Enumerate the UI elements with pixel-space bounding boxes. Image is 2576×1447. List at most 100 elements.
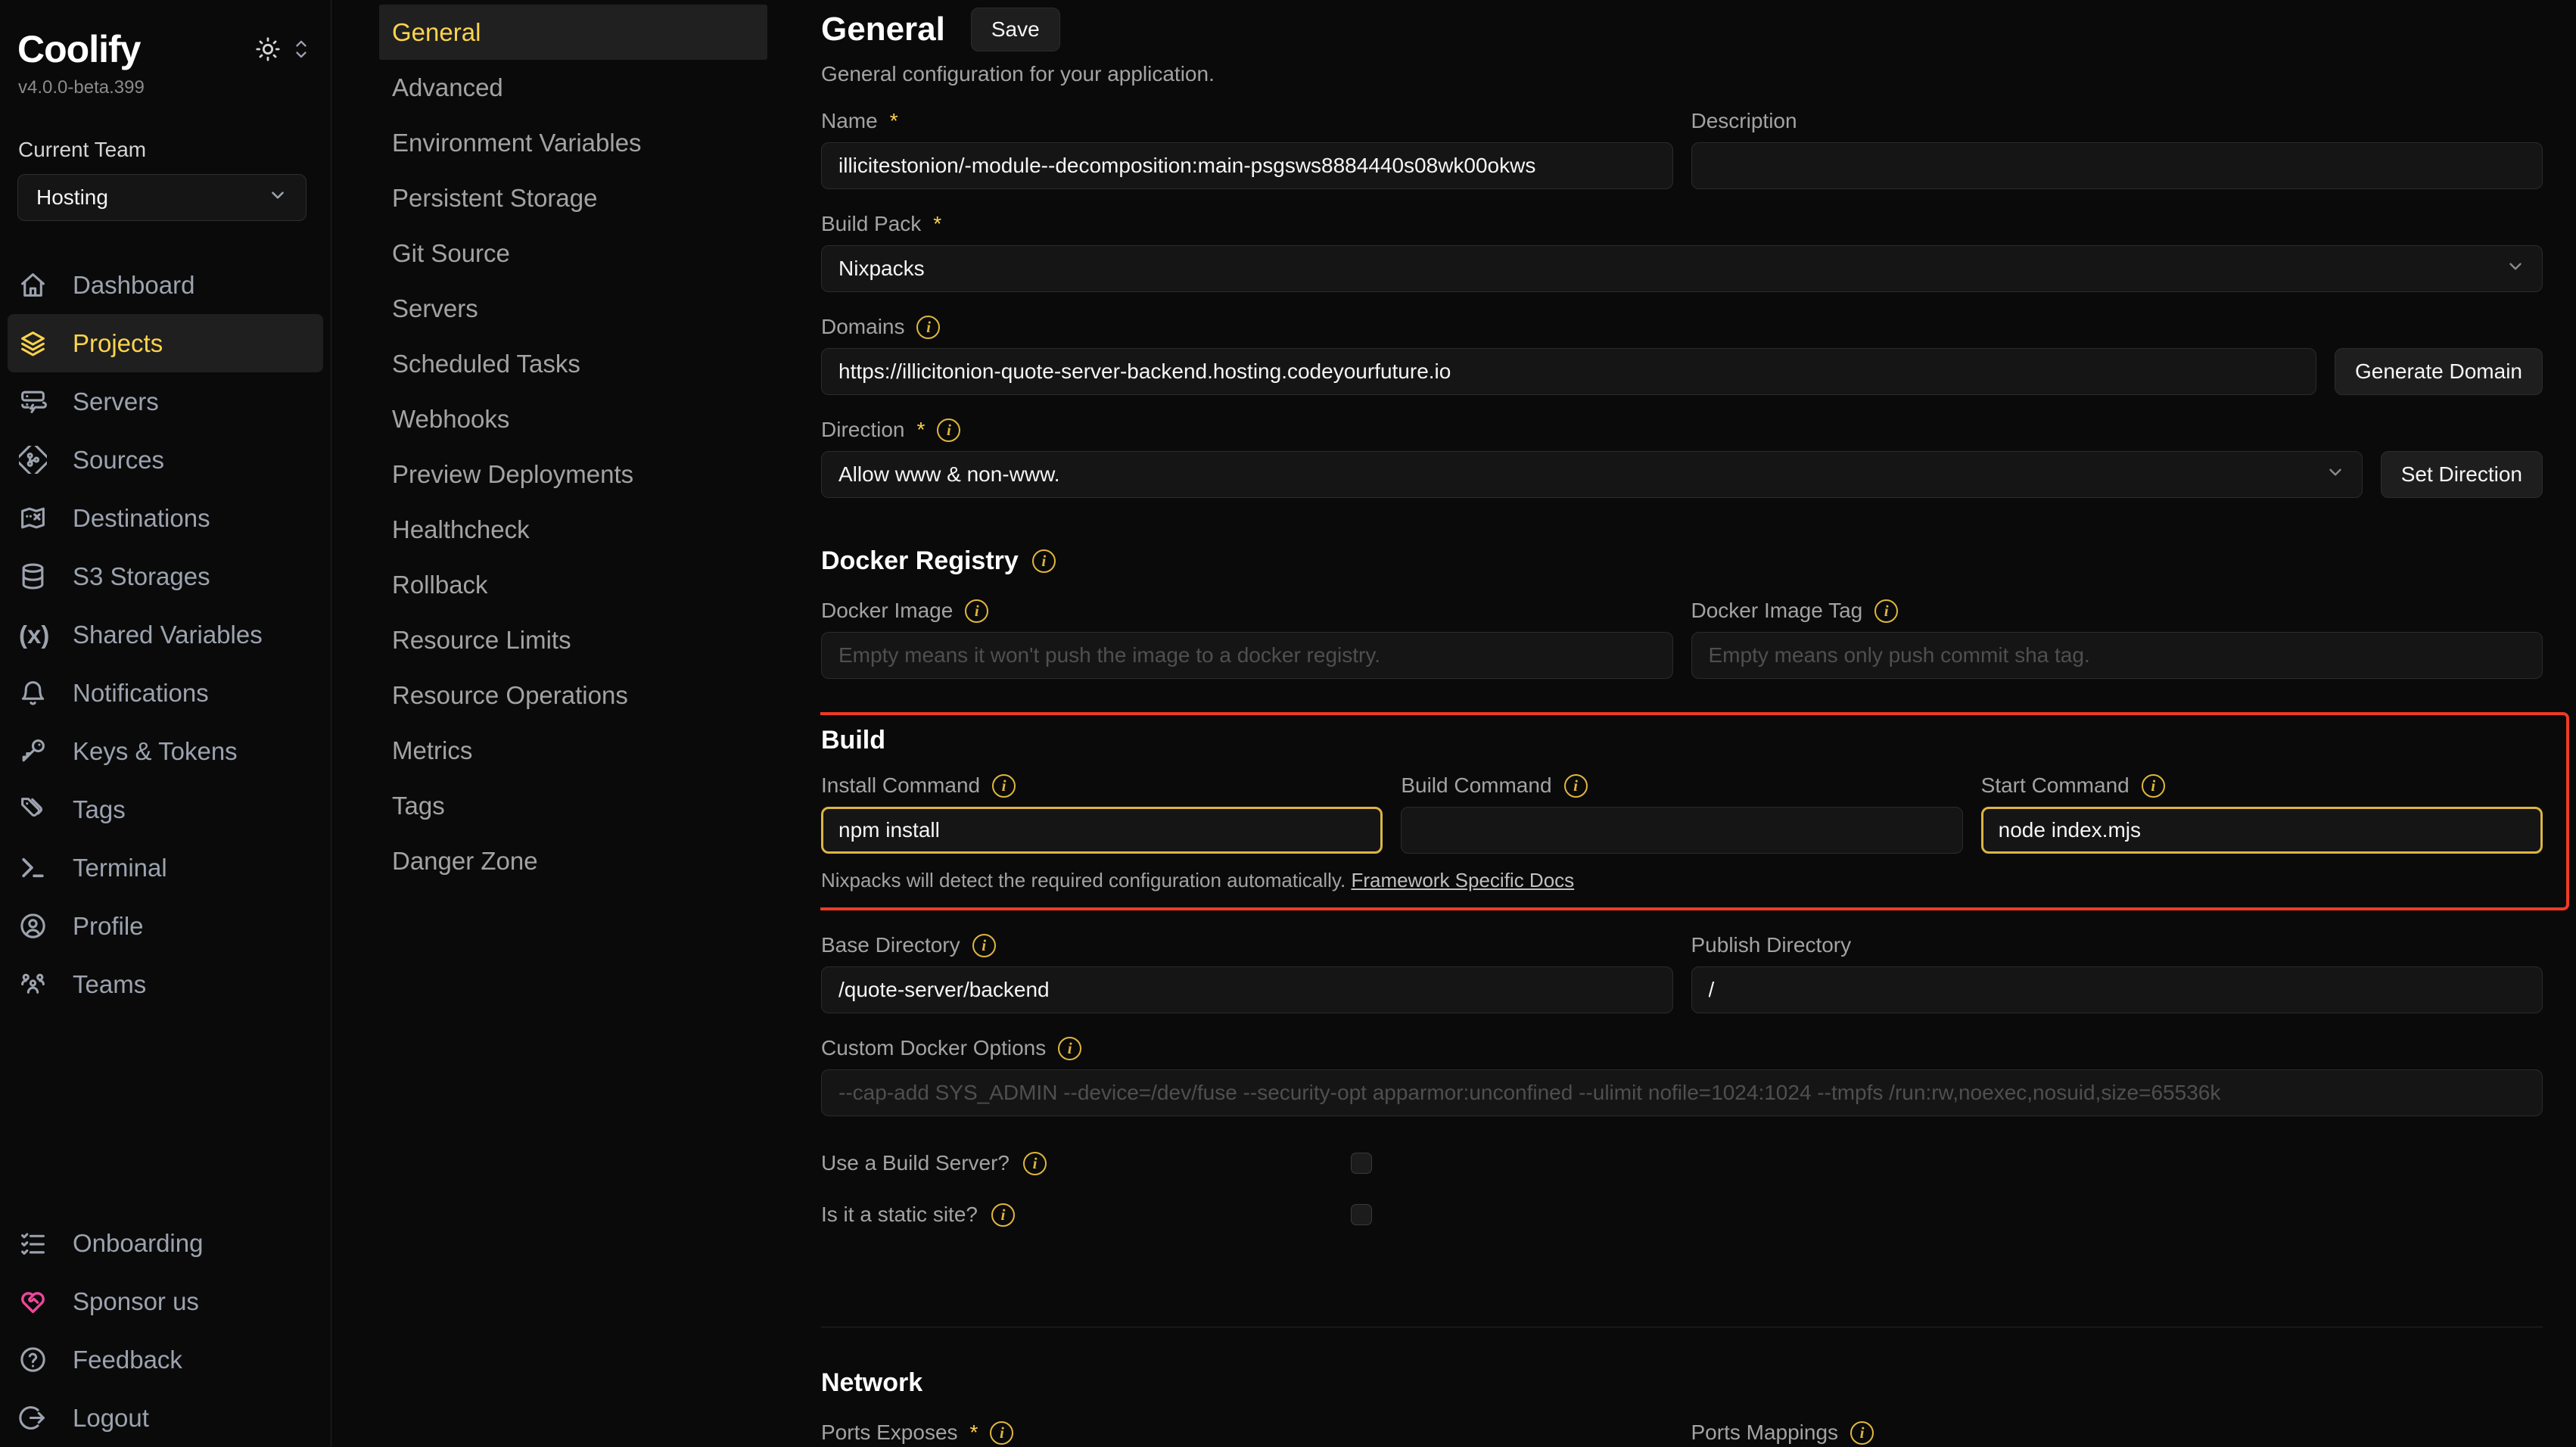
sidebar-item-teams[interactable]: Teams: [8, 955, 323, 1013]
sidebar-item-dashboard[interactable]: Dashboard: [8, 256, 323, 314]
info-icon[interactable]: i: [1850, 1421, 1874, 1445]
sidebar-item-label: Sources: [73, 446, 164, 475]
docker-registry-heading: Docker Registry: [821, 546, 1019, 576]
sidebar-nav: Dashboard Projects Servers Sources Desti…: [0, 256, 331, 1013]
build-command-input[interactable]: [1401, 807, 1962, 854]
sidebar-item-label: Feedback: [73, 1346, 182, 1374]
set-direction-button[interactable]: Set Direction: [2381, 451, 2543, 498]
info-icon[interactable]: i: [1058, 1037, 1081, 1060]
build-pack-select[interactable]: Nixpacks: [821, 245, 2543, 292]
info-icon[interactable]: i: [965, 599, 988, 623]
sidebar-item-logout[interactable]: Logout: [8, 1389, 323, 1447]
team-select[interactable]: Hosting: [17, 174, 306, 221]
info-icon[interactable]: i: [916, 316, 940, 339]
name-input[interactable]: [821, 142, 1673, 189]
tab-danger-zone[interactable]: Danger Zone: [379, 833, 767, 888]
tab-environment-variables[interactable]: Environment Variables: [379, 115, 767, 170]
required-asterisk: *: [933, 212, 941, 236]
tab-advanced[interactable]: Advanced: [379, 60, 767, 115]
sidebar-item-sources[interactable]: Sources: [8, 431, 323, 489]
sidebar-item-terminal[interactable]: Terminal: [8, 839, 323, 897]
sidebar-item-servers[interactable]: Servers: [8, 372, 323, 431]
sidebar-item-shared-variables[interactable]: (x) Shared Variables: [8, 605, 323, 664]
sidebar-item-feedback[interactable]: Feedback: [8, 1330, 323, 1389]
info-icon[interactable]: i: [992, 774, 1016, 798]
info-icon[interactable]: i: [1032, 549, 1056, 573]
tab-git-source[interactable]: Git Source: [379, 226, 767, 281]
docker-image-label: Docker Image: [821, 599, 953, 623]
sidebar-item-profile[interactable]: Profile: [8, 897, 323, 955]
sidebar-item-label: Logout: [73, 1404, 149, 1433]
tab-general[interactable]: General: [379, 5, 767, 60]
base-directory-input[interactable]: [821, 966, 1673, 1013]
static-site-checkbox[interactable]: [1351, 1204, 1372, 1225]
page-subtitle: General configuration for your applicati…: [821, 62, 2543, 86]
theme-sun-icon[interactable]: [255, 36, 281, 62]
generate-domain-button[interactable]: Generate Domain: [2335, 348, 2543, 395]
collapse-chevrons-icon[interactable]: [293, 38, 310, 61]
tag-icon: [19, 795, 47, 823]
tab-resource-operations[interactable]: Resource Operations: [379, 667, 767, 723]
start-command-input[interactable]: [1981, 807, 2543, 854]
tab-scheduled-tasks[interactable]: Scheduled Tasks: [379, 336, 767, 391]
tab-persistent-storage[interactable]: Persistent Storage: [379, 170, 767, 226]
docker-image-input[interactable]: [821, 632, 1673, 679]
sidebar-item-onboarding[interactable]: Onboarding: [8, 1214, 323, 1272]
description-input[interactable]: [1691, 142, 2543, 189]
sidebar-item-keys-tokens[interactable]: Keys & Tokens: [8, 722, 323, 780]
save-button[interactable]: Save: [971, 8, 1060, 51]
docker-image-tag-label: Docker Image Tag: [1691, 599, 1863, 623]
docker-image-tag-input[interactable]: [1691, 632, 2543, 679]
sidebar-item-label: Destinations: [73, 504, 210, 533]
sidebar-item-label: Teams: [73, 970, 146, 999]
brand-row: Coolify: [0, 27, 331, 71]
sidebar-item-destinations[interactable]: Destinations: [8, 489, 323, 547]
info-icon[interactable]: i: [990, 1421, 1013, 1445]
sidebar-footer: Onboarding Sponsor us Feedback Logout: [0, 1214, 331, 1447]
settings-nav: General Advanced Environment Variables P…: [379, 5, 767, 888]
info-icon[interactable]: i: [1874, 599, 1898, 623]
tab-preview-deployments[interactable]: Preview Deployments: [379, 447, 767, 502]
tab-servers[interactable]: Servers: [379, 281, 767, 336]
sidebar-item-label: Tags: [73, 795, 126, 824]
publish-directory-input[interactable]: [1691, 966, 2543, 1013]
tab-webhooks[interactable]: Webhooks: [379, 391, 767, 447]
sidebar-item-projects[interactable]: Projects: [8, 314, 323, 372]
start-command-label: Start Command: [1981, 773, 2130, 798]
main-content: General Save General configuration for y…: [820, 0, 2576, 1447]
domains-input[interactable]: [821, 348, 2316, 395]
sidebar-item-label: Shared Variables: [73, 621, 263, 649]
tab-resource-limits[interactable]: Resource Limits: [379, 612, 767, 667]
sidebar-item-label: Sponsor us: [73, 1287, 199, 1316]
info-icon[interactable]: i: [937, 419, 960, 442]
sidebar-item-label: Dashboard: [73, 271, 194, 300]
framework-docs-link[interactable]: Framework Specific Docs: [1351, 869, 1574, 892]
tab-tags[interactable]: Tags: [379, 778, 767, 833]
custom-docker-options-input[interactable]: [821, 1069, 2543, 1116]
sidebar-item-s3-storages[interactable]: S3 Storages: [8, 547, 323, 605]
tab-healthcheck[interactable]: Healthcheck: [379, 502, 767, 557]
bell-icon: [19, 679, 47, 707]
sidebar-item-label: Terminal: [73, 854, 167, 882]
tab-rollback[interactable]: Rollback: [379, 557, 767, 612]
info-icon[interactable]: i: [2142, 774, 2165, 798]
info-icon[interactable]: i: [1023, 1152, 1047, 1175]
use-build-server-checkbox[interactable]: [1351, 1153, 1372, 1174]
direction-select[interactable]: Allow www & non-www.: [821, 451, 2363, 498]
direction-value: Allow www & non-www.: [838, 462, 1060, 487]
sidebar-item-label: S3 Storages: [73, 562, 210, 591]
sidebar-item-tags[interactable]: Tags: [8, 780, 323, 839]
sidebar-item-label: Profile: [73, 912, 144, 941]
sidebar-item-notifications[interactable]: Notifications: [8, 664, 323, 722]
tab-metrics[interactable]: Metrics: [379, 723, 767, 778]
server-icon: [19, 387, 47, 415]
info-icon[interactable]: i: [991, 1203, 1015, 1227]
map-icon: [19, 504, 47, 532]
info-icon[interactable]: i: [1564, 774, 1588, 798]
info-icon[interactable]: i: [972, 934, 996, 957]
network-heading: Network: [821, 1368, 922, 1398]
users-icon: [19, 970, 47, 998]
sidebar-item-sponsor-us[interactable]: Sponsor us: [8, 1272, 323, 1330]
description-label: Description: [1691, 109, 1797, 133]
install-command-input[interactable]: [821, 807, 1383, 854]
